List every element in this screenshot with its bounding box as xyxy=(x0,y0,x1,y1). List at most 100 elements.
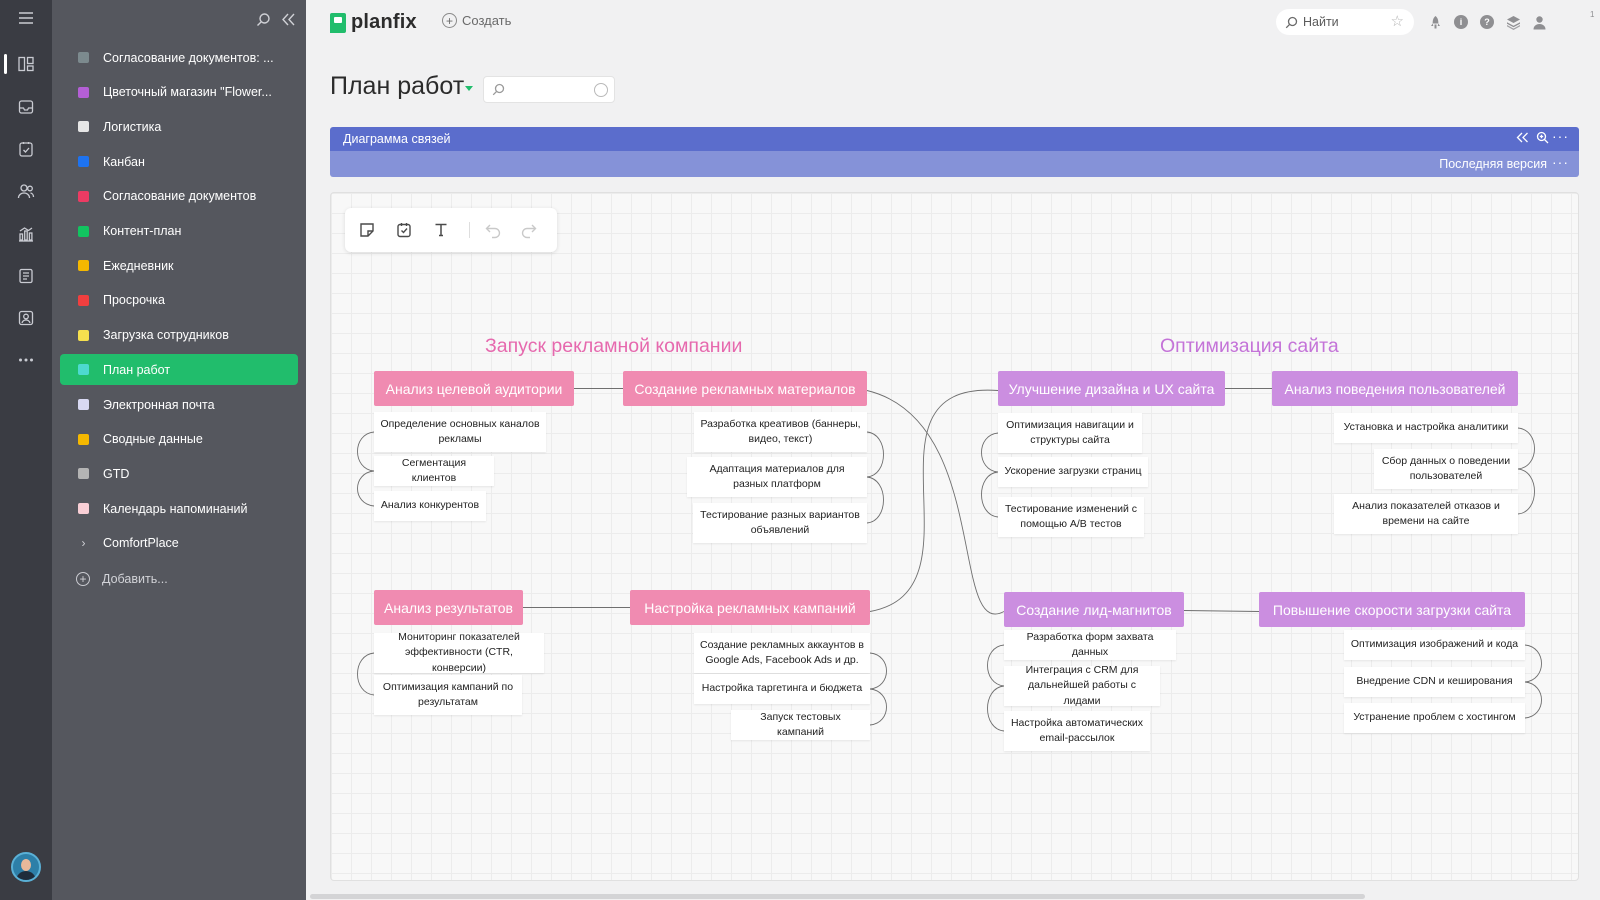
top-bar: planfix + Создать Найти ☆ i ? 1 xyxy=(306,0,1600,44)
filter-icon[interactable] xyxy=(594,83,608,97)
page-title[interactable]: План работ xyxy=(330,72,464,101)
mindmap-subnode[interactable]: Оптимизация кампаний по результатам xyxy=(374,675,522,715)
project-color-icon xyxy=(78,433,89,445)
add-project-button[interactable]: + Добавить... xyxy=(60,564,298,595)
menu-icon[interactable] xyxy=(0,0,52,36)
reports-icon[interactable] xyxy=(0,216,52,252)
text-tool-icon[interactable] xyxy=(431,220,451,240)
create-button[interactable]: + Создать xyxy=(442,13,511,28)
sidebar-item-project[interactable]: Канбан xyxy=(60,146,298,177)
collapse-sidebar-icon[interactable] xyxy=(281,12,296,30)
layers-icon[interactable] xyxy=(1504,13,1522,31)
contacts-icon[interactable] xyxy=(0,173,52,209)
mindmap-subnode[interactable]: Запуск тестовых кампаний xyxy=(731,710,870,740)
sidebar-item-project[interactable]: Сводные данные xyxy=(60,424,298,455)
sidebar-group-label: ComfortPlace xyxy=(103,536,179,551)
sidebar-item-project[interactable]: Календарь напоминаний xyxy=(60,493,298,524)
mindmap-node[interactable]: Создание рекламных материалов xyxy=(623,371,867,406)
board-icon[interactable] xyxy=(0,46,52,82)
sidebar-item-label: Согласование документов xyxy=(103,189,257,204)
mindmap-subnode[interactable]: Установка и настройка аналитики xyxy=(1334,413,1518,443)
mindmap-subnode[interactable]: Оптимизация навигации и структуры сайта xyxy=(998,413,1142,453)
mindmap-subnode[interactable]: Мониторинг показателей эффективности (CT… xyxy=(374,631,544,674)
sidebar-item-label: Согласование документов: ... xyxy=(103,50,274,65)
rocket-icon[interactable] xyxy=(1426,13,1444,31)
mindmap-node[interactable]: Настройка рекламных кампаний xyxy=(630,590,870,625)
mindmap-subnode[interactable]: Создание рекламных аккаунтов в Google Ad… xyxy=(694,633,870,673)
sidebar-item-project[interactable]: Согласование документов xyxy=(60,181,298,212)
sidebar-group-comfortplace[interactable]: › ComfortPlace xyxy=(60,528,298,559)
sidebar-search-icon[interactable] xyxy=(256,12,271,30)
sidebar-item-label: Канбан xyxy=(103,154,145,169)
mindmap-node[interactable]: Создание лид-магнитов xyxy=(1004,592,1184,627)
global-search[interactable]: Найти ☆ xyxy=(1276,9,1414,35)
zoom-in-icon[interactable] xyxy=(1536,131,1549,147)
sidebar-item-project[interactable]: Ежедневник xyxy=(60,250,298,281)
mindmap-subnode[interactable]: Интеграция с CRM для дальнейшей работы с… xyxy=(1004,664,1160,707)
mindmap-subnode[interactable]: Настройка автоматических email-рассылок xyxy=(1004,711,1150,751)
mindmap-node[interactable]: Улучшение дизайна и UX сайта xyxy=(998,371,1225,406)
horizontal-scrollbar[interactable] xyxy=(310,894,1365,899)
mindmap-region-title[interactable]: Запуск рекламной компании xyxy=(485,335,742,358)
inbox-icon[interactable] xyxy=(0,89,52,125)
mindmap-subnode[interactable]: Ускорение загрузки страниц xyxy=(998,457,1148,487)
mindmap-subnode[interactable]: Разработка креативов (баннеры, видео, те… xyxy=(694,412,867,452)
mindmap-subnode[interactable]: Сбор данных о поведении пользователей xyxy=(1374,449,1518,489)
version-menu-icon[interactable]: ··· xyxy=(1552,154,1569,170)
more-icon[interactable] xyxy=(0,342,52,378)
mindmap-subnode[interactable]: Определение основных каналов рекламы xyxy=(374,412,546,452)
sidebar-item-project[interactable]: Просрочка xyxy=(60,285,298,316)
mindmap-subnode[interactable]: Анализ конкурентов xyxy=(374,491,486,521)
sidebar-item-project[interactable]: Загрузка сотрудников xyxy=(60,320,298,351)
sidebar-item-label: Загрузка сотрудников xyxy=(103,328,229,343)
sidebar-item-project[interactable]: Логистика xyxy=(60,111,298,142)
sidebar-item-project[interactable]: Цветочный магазин "Flower... xyxy=(60,77,298,108)
task-card-icon[interactable] xyxy=(394,220,414,240)
help-icon[interactable]: ? xyxy=(1478,13,1496,31)
panel-title: Диаграмма связей xyxy=(343,132,451,146)
sidebar-item-project[interactable]: Согласование документов: ... xyxy=(60,42,298,73)
tasks-icon[interactable] xyxy=(0,131,52,167)
mindmap-subnode[interactable]: Тестирование разных вариантов объявлений xyxy=(693,503,867,543)
user-avatar[interactable] xyxy=(11,852,41,882)
mindmap-canvas[interactable] xyxy=(330,192,1579,881)
title-dropdown-icon[interactable] xyxy=(465,86,473,91)
project-color-icon xyxy=(78,52,89,63)
info-icon[interactable]: i xyxy=(1452,13,1470,31)
user-icon[interactable] xyxy=(1530,13,1548,31)
sidebar-item-project[interactable]: GTD xyxy=(60,458,298,489)
mindmap-subnode[interactable]: Устранение проблем с хостингом xyxy=(1344,703,1525,733)
plus-circle-icon: + xyxy=(442,13,457,28)
version-selector[interactable]: Последняя версия xyxy=(1439,157,1547,171)
mindmap-node[interactable]: Повышение скорости загрузки сайта xyxy=(1259,592,1525,627)
mindmap-region-title[interactable]: Оптимизация сайта xyxy=(1160,335,1339,358)
redo-icon[interactable] xyxy=(519,220,539,240)
mindmap-subnode[interactable]: Адаптация материалов для разных платформ xyxy=(687,457,867,497)
mindmap-subnode[interactable]: Анализ показателей отказов и времени на … xyxy=(1334,494,1518,534)
mindmap-subnode[interactable]: Тестирование изменений с помощью A/B тес… xyxy=(998,497,1144,537)
mindmap-node[interactable]: Анализ результатов xyxy=(374,590,523,625)
profile-card-icon[interactable] xyxy=(0,300,52,336)
undo-icon[interactable] xyxy=(483,220,503,240)
sidebar-item-label: Сводные данные xyxy=(103,432,203,447)
mindmap-subnode[interactable]: Разработка форм захвата данных xyxy=(1004,630,1176,660)
mindmap-subnode[interactable]: Внедрение CDN и кеширования xyxy=(1344,667,1525,697)
planfix-logo[interactable]: planfix xyxy=(330,11,417,34)
sidebar-item-project[interactable]: План работ xyxy=(60,354,298,386)
sticky-note-icon[interactable] xyxy=(357,220,377,240)
mindmap-subnode[interactable]: Оптимизация изображений и кода xyxy=(1344,630,1525,660)
star-icon[interactable]: ☆ xyxy=(1391,14,1404,29)
view-search-input[interactable] xyxy=(483,76,615,103)
project-color-icon xyxy=(78,86,89,98)
mindmap-subnode[interactable]: Сегментация клиентов xyxy=(374,456,494,486)
panel-menu-icon[interactable]: ··· xyxy=(1552,128,1569,144)
add-project-label: Добавить... xyxy=(102,572,168,586)
search-icon xyxy=(492,83,505,96)
collapse-panel-icon[interactable] xyxy=(1516,131,1529,147)
documents-icon[interactable] xyxy=(0,258,52,294)
mindmap-node[interactable]: Анализ поведения пользователей xyxy=(1272,371,1518,406)
mindmap-node[interactable]: Анализ целевой аудитории xyxy=(374,371,574,406)
mindmap-subnode[interactable]: Настройка таргетинга и бюджета xyxy=(694,674,870,704)
sidebar-item-project[interactable]: Контент-план xyxy=(60,216,298,247)
sidebar-item-project[interactable]: Электронная почта xyxy=(60,389,298,420)
